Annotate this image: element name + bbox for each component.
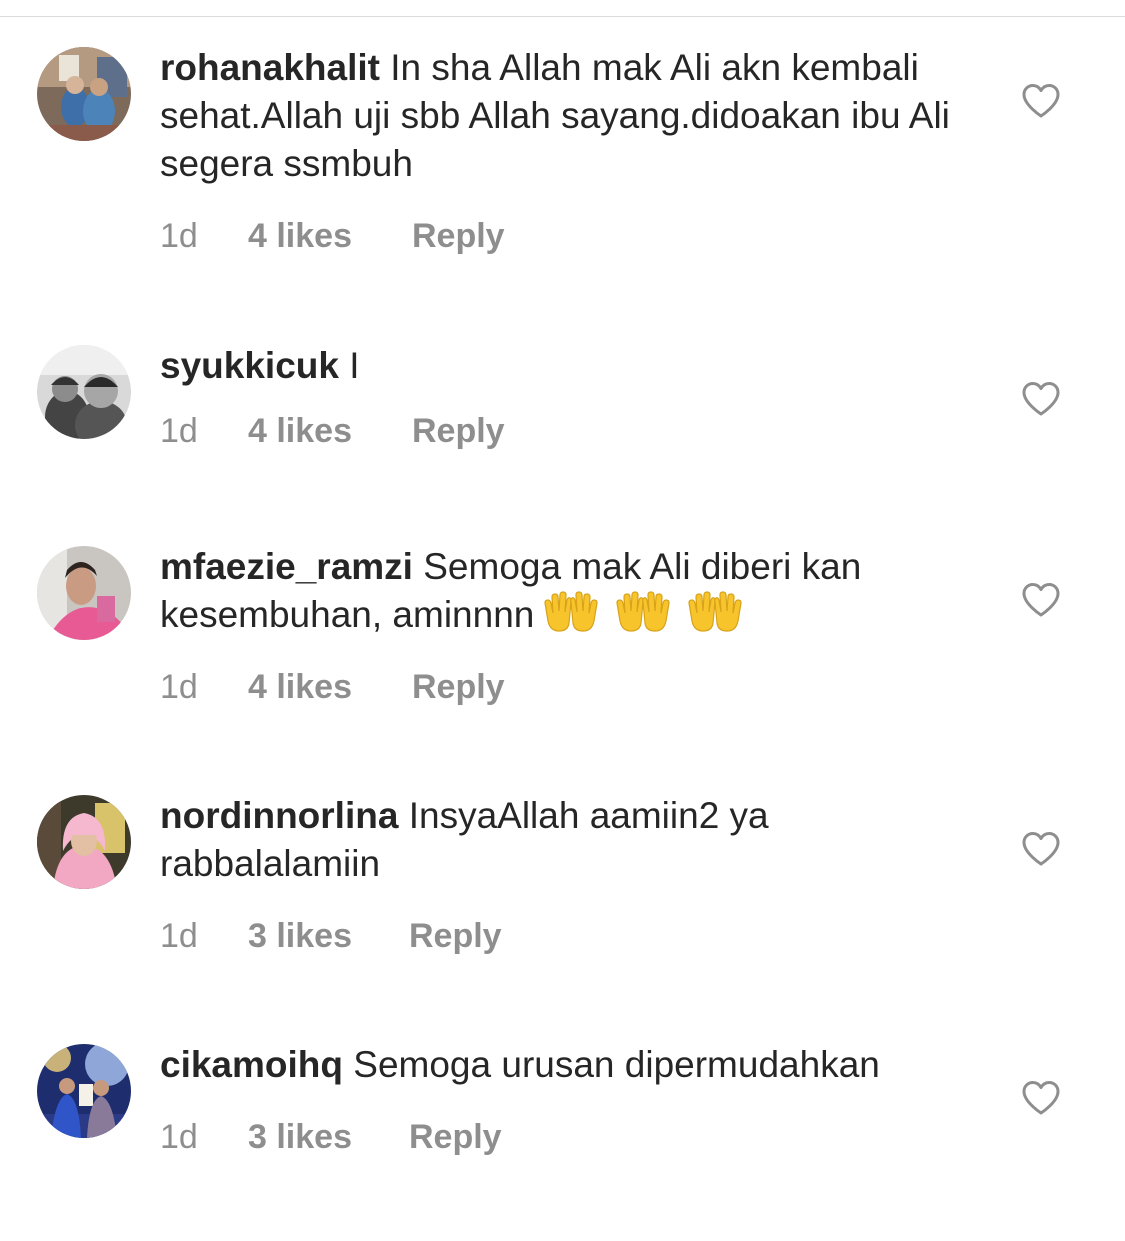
heart-outline-icon[interactable] <box>1021 381 1061 417</box>
comment-meta: 1d 4 likes Reply <box>160 667 960 707</box>
comment-likes[interactable]: 4 likes <box>248 667 352 707</box>
comment-meta: 1d 3 likes Reply <box>160 1117 960 1157</box>
comment-username[interactable]: nordinnorlina <box>160 795 398 836</box>
heart-outline-icon[interactable] <box>1021 83 1061 119</box>
comment-meta: 1d 4 likes Reply <box>160 216 960 256</box>
comment-meta: 1d 3 likes Reply <box>160 916 960 956</box>
comment-body: I <box>349 345 360 386</box>
heart-outline-icon[interactable] <box>1021 582 1061 618</box>
comment-username[interactable]: rohanakhalit <box>160 47 380 88</box>
comment-time: 1d <box>160 412 198 450</box>
heart-outline-icon[interactable] <box>1021 831 1061 867</box>
open-hands-emoji <box>688 591 742 632</box>
heart-outline-icon[interactable] <box>1021 1080 1061 1116</box>
reply-button[interactable]: Reply <box>412 411 505 451</box>
comment-likes[interactable]: 3 likes <box>248 1117 352 1157</box>
comment-likes[interactable]: 4 likes <box>248 411 352 451</box>
comment-time: 1d <box>160 217 198 255</box>
comment-likes[interactable]: 3 likes <box>248 916 352 956</box>
avatar[interactable] <box>37 546 131 640</box>
comment-username[interactable]: cikamoihq <box>160 1044 343 1085</box>
comment-text: syukkicuk I <box>160 342 960 390</box>
reply-button[interactable]: Reply <box>409 916 502 956</box>
top-divider <box>0 16 1125 17</box>
avatar[interactable] <box>37 345 131 439</box>
comment-body: Semoga urusan dipermudahkan <box>353 1044 880 1085</box>
comment-time: 1d <box>160 1118 198 1156</box>
comment-time: 1d <box>160 668 198 706</box>
comment-likes[interactable]: 4 likes <box>248 216 352 256</box>
comment-time: 1d <box>160 917 198 955</box>
avatar[interactable] <box>37 47 131 141</box>
reply-button[interactable]: Reply <box>409 1117 502 1157</box>
comment-username[interactable]: mfaezie_ramzi <box>160 546 413 587</box>
comment-meta: 1d 4 likes Reply <box>160 411 960 451</box>
avatar[interactable] <box>37 795 131 889</box>
reply-button[interactable]: Reply <box>412 216 505 256</box>
avatar[interactable] <box>37 1044 131 1138</box>
comment-text: cikamoihq Semoga urusan dipermudahkan <box>160 1041 960 1089</box>
comment-username[interactable]: syukkicuk <box>160 345 339 386</box>
comment-text: rohanakhalit In sha Allah mak Ali akn ke… <box>160 44 960 188</box>
open-hands-emoji <box>544 591 598 632</box>
open-hands-emoji <box>616 591 670 632</box>
reply-button[interactable]: Reply <box>412 667 505 707</box>
comment-text: nordinnorlina InsyaAllah aamiin2 ya rabb… <box>160 792 960 888</box>
comment-text: mfaezie_ramzi Semoga mak Ali diberi kan … <box>160 543 960 639</box>
